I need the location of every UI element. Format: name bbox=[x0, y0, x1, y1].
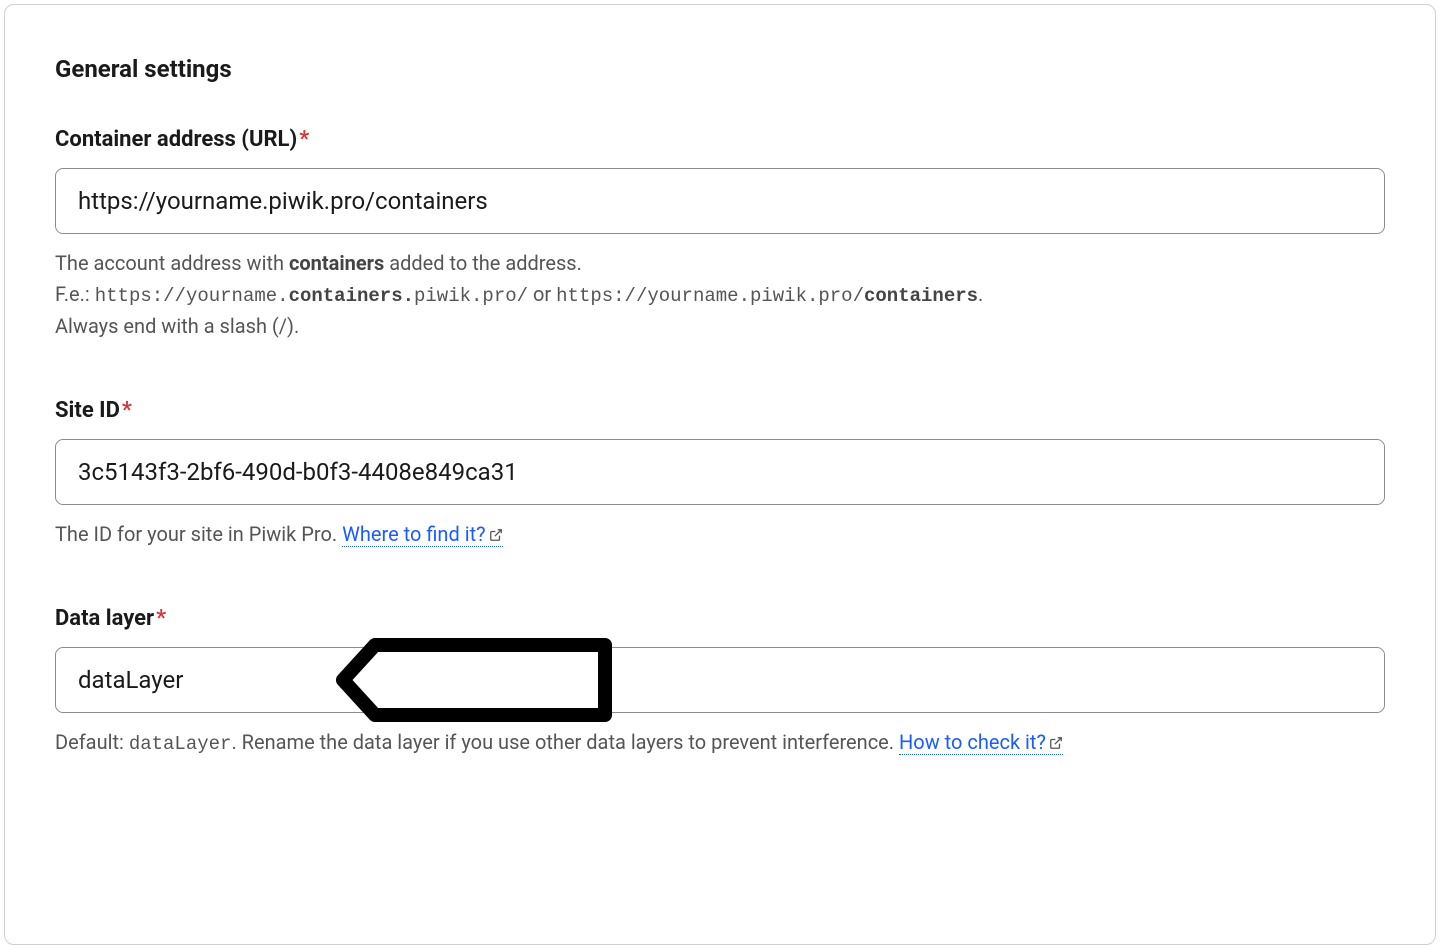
required-mark: * bbox=[156, 606, 166, 631]
required-mark: * bbox=[122, 398, 132, 423]
external-link-icon bbox=[489, 520, 503, 534]
site-id-field: Site ID* The ID for your site in Piwik P… bbox=[55, 398, 1385, 550]
external-link-icon bbox=[1049, 728, 1063, 742]
section-title: General settings bbox=[55, 55, 1385, 83]
required-mark: * bbox=[299, 127, 309, 152]
container-address-label: Container address (URL)* bbox=[55, 127, 1385, 152]
data-layer-input[interactable] bbox=[55, 647, 1385, 713]
where-to-find-it-link[interactable]: Where to find it? bbox=[342, 522, 502, 547]
settings-panel: General settings Container address (URL)… bbox=[4, 4, 1436, 945]
data-layer-help: Default: dataLayer. Rename the data laye… bbox=[55, 727, 1385, 759]
site-id-label: Site ID* bbox=[55, 398, 1385, 423]
data-layer-field: Data layer* Default: dataLayer. Rename t… bbox=[55, 606, 1385, 759]
container-address-help: The account address with containers adde… bbox=[55, 248, 1385, 342]
container-address-field: Container address (URL)* The account add… bbox=[55, 127, 1385, 342]
site-id-help: The ID for your site in Piwik Pro. Where… bbox=[55, 519, 1385, 550]
data-layer-label: Data layer* bbox=[55, 606, 1385, 631]
how-to-check-it-link[interactable]: How to check it? bbox=[899, 730, 1063, 755]
container-address-input[interactable] bbox=[55, 168, 1385, 234]
site-id-input[interactable] bbox=[55, 439, 1385, 505]
